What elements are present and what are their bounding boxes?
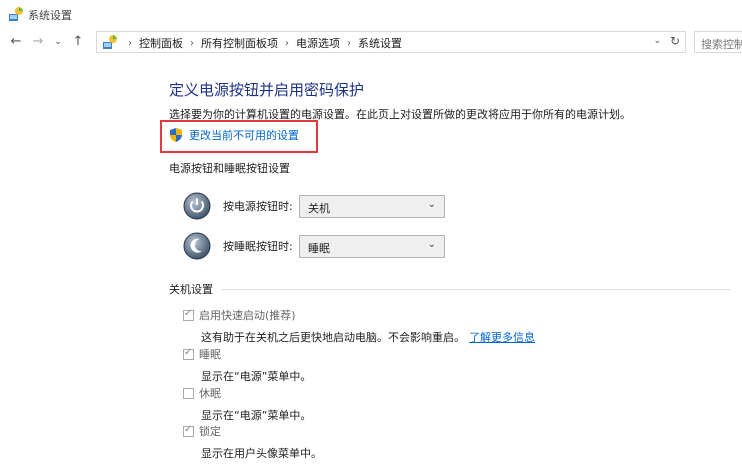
chevron-right-icon[interactable]: › bbox=[285, 38, 289, 49]
hibernate-option: 休眠 显示在“电源”菜单中。 bbox=[183, 385, 311, 423]
lock-checkbox[interactable]: ✓ bbox=[183, 423, 194, 437]
power-button-action-select[interactable]: 关机 ⌄ bbox=[299, 194, 445, 218]
power-button-label: 按电源按钮时: bbox=[223, 200, 293, 213]
lock-description: 显示在用户头像菜单中。 bbox=[201, 447, 322, 460]
search-input[interactable]: 搜索控制面板 bbox=[694, 31, 742, 53]
page-title: 定义电源按钮并启用密码保护 bbox=[169, 81, 365, 99]
power-button-icon bbox=[183, 192, 211, 220]
power-section-heading-text: 电源按钮和睡眠按钮设置 bbox=[169, 162, 290, 175]
hibernate-label: 休眠 bbox=[199, 387, 221, 400]
address-bar[interactable]: › 控制面板 › 所有控制面板项 › 电源选项 › 系统设置 ⌄ ↻ bbox=[96, 31, 686, 53]
change-settings-link[interactable]: 更改当前不可用的设置 bbox=[169, 127, 299, 143]
fast-startup-label: 启用快速启动(推荐) bbox=[199, 309, 296, 322]
breadcrumb-all-items[interactable]: 所有控制面板项 bbox=[201, 35, 278, 51]
search-placeholder: 搜索控制面板 bbox=[701, 38, 742, 51]
breadcrumb-power-options[interactable]: 电源选项 bbox=[296, 35, 340, 51]
chevron-down-icon: ⌄ bbox=[427, 198, 436, 210]
recent-locations-chevron-icon[interactable]: ⌄ bbox=[50, 34, 66, 50]
fast-startup-option: ✓ 启用快速启动(推荐) 这有助于在关机之后更快地启动电脑。不会影响重启。 了解更… bbox=[183, 307, 535, 345]
navigation-bar: ← → ⌄ ↑ › 控制面板 › 所有控制面板项 › 电源选项 › 系统设置 ⌄… bbox=[0, 28, 742, 56]
up-arrow-icon[interactable]: ↑ bbox=[70, 34, 86, 50]
sleep-description: 显示在“电源”菜单中。 bbox=[201, 370, 312, 383]
sleep-checkbox[interactable]: ✓ bbox=[183, 346, 194, 360]
sleep-button-label: 按睡眠按钮时: bbox=[223, 240, 293, 253]
address-dropdown-chevron-icon[interactable]: ⌄ bbox=[653, 36, 661, 46]
shutdown-section-heading-text: 关机设置 bbox=[169, 283, 213, 296]
refresh-icon[interactable]: ↻ bbox=[670, 34, 680, 48]
chevron-down-icon: ⌄ bbox=[427, 238, 436, 250]
uac-shield-icon bbox=[170, 128, 182, 142]
hibernate-checkbox[interactable] bbox=[183, 387, 194, 399]
sleep-label: 睡眠 bbox=[199, 348, 221, 361]
section-divider bbox=[221, 288, 731, 290]
chevron-right-icon[interactable]: › bbox=[190, 38, 194, 49]
sleep-button-action-select[interactable]: 睡眠 ⌄ bbox=[299, 234, 445, 258]
breadcrumb: › 控制面板 › 所有控制面板项 › 电源选项 › 系统设置 bbox=[121, 35, 402, 51]
sleep-button-action-value: 睡眠 bbox=[308, 241, 330, 255]
breadcrumb-system-settings[interactable]: 系统设置 bbox=[358, 35, 402, 51]
power-button-action-value: 关机 bbox=[308, 201, 330, 215]
title-bar: 系统设置 bbox=[0, 0, 742, 28]
sleep-option: ✓ 睡眠 显示在“电源”菜单中。 bbox=[183, 346, 311, 384]
power-button-row: 按电源按钮时: 关机 ⌄ bbox=[183, 192, 445, 220]
fast-startup-checkbox[interactable]: ✓ bbox=[183, 307, 194, 321]
change-settings-label[interactable]: 更改当前不可用的设置 bbox=[189, 127, 299, 143]
sleep-button-row: 按睡眠按钮时: 睡眠 ⌄ bbox=[183, 232, 445, 260]
breadcrumb-control-panel[interactable]: 控制面板 bbox=[139, 35, 183, 51]
window-title: 系统设置 bbox=[28, 9, 72, 22]
checkmark-icon: ✓ bbox=[184, 346, 193, 358]
shutdown-section-heading: 关机设置 bbox=[169, 281, 731, 297]
fast-startup-desc-text: 这有助于在关机之后更快地启动电脑。不会影响重启。 bbox=[201, 331, 465, 344]
control-panel-icon bbox=[103, 35, 117, 49]
control-panel-icon bbox=[9, 7, 23, 21]
lock-label: 锁定 bbox=[199, 425, 221, 438]
fast-startup-description: 这有助于在关机之后更快地启动电脑。不会影响重启。 了解更多信息 bbox=[201, 329, 535, 345]
back-arrow-icon[interactable]: ← bbox=[8, 34, 24, 50]
learn-more-link[interactable]: 了解更多信息 bbox=[469, 331, 535, 344]
lock-option: ✓ 锁定 显示在用户头像菜单中。 bbox=[183, 423, 322, 461]
hibernate-description: 显示在“电源”菜单中。 bbox=[201, 409, 312, 422]
power-section-heading: 电源按钮和睡眠按钮设置 bbox=[169, 160, 290, 176]
sleep-button-icon bbox=[183, 232, 211, 260]
forward-arrow-icon[interactable]: → bbox=[30, 34, 46, 50]
checkmark-icon: ✓ bbox=[184, 307, 193, 319]
checkmark-icon: ✓ bbox=[184, 423, 193, 435]
chevron-right-icon[interactable]: › bbox=[128, 38, 132, 49]
chevron-right-icon[interactable]: › bbox=[347, 38, 351, 49]
